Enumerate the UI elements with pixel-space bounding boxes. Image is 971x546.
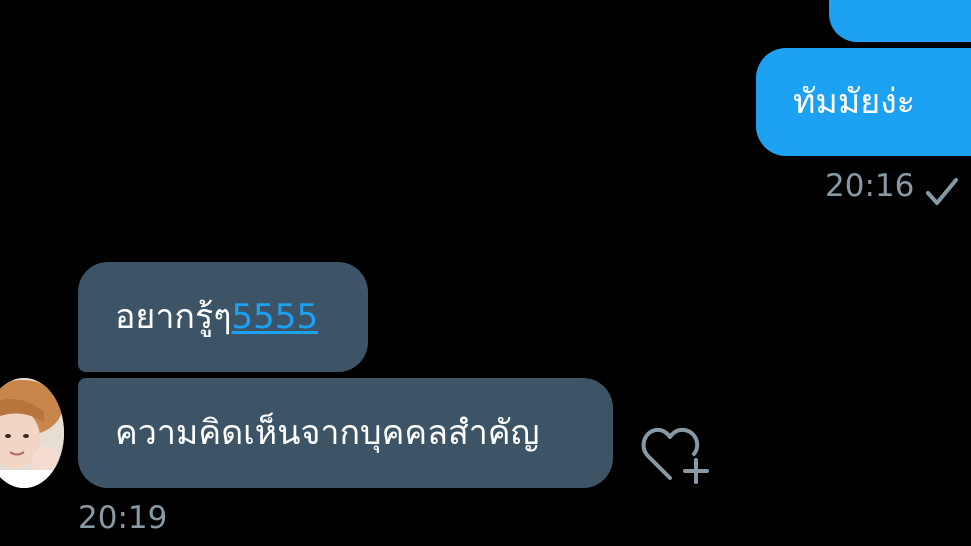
message-text: ทัมมัยง่ะ xyxy=(793,82,916,122)
user-avatar[interactable] xyxy=(0,378,64,488)
outgoing-message-bubble-previous[interactable] xyxy=(829,0,971,42)
message-text: ความคิดเห็นจากบุคคลสำคัญ xyxy=(115,413,540,453)
incoming-message-bubble[interactable]: อยากรู้ๆ5555 xyxy=(78,262,368,372)
outgoing-message-bubble[interactable]: ทัมมัยง่ะ xyxy=(756,48,971,156)
heart-plus-icon[interactable] xyxy=(640,422,712,486)
message-text: อยากรู้ๆ5555 xyxy=(115,297,319,337)
incoming-message-bubble[interactable]: ความคิดเห็นจากบุคคลสำคัญ xyxy=(78,378,613,488)
avatar-image xyxy=(0,378,64,488)
outgoing-timestamp: 20:16 xyxy=(825,168,915,204)
check-icon xyxy=(926,178,958,205)
message-link[interactable]: 5555 xyxy=(232,297,319,337)
incoming-timestamp: 20:19 xyxy=(78,500,168,536)
chat-thread: ทัมมัยง่ะ 20:16 อยากรู้ๆ5555 ความคิดเห็น… xyxy=(0,0,971,546)
